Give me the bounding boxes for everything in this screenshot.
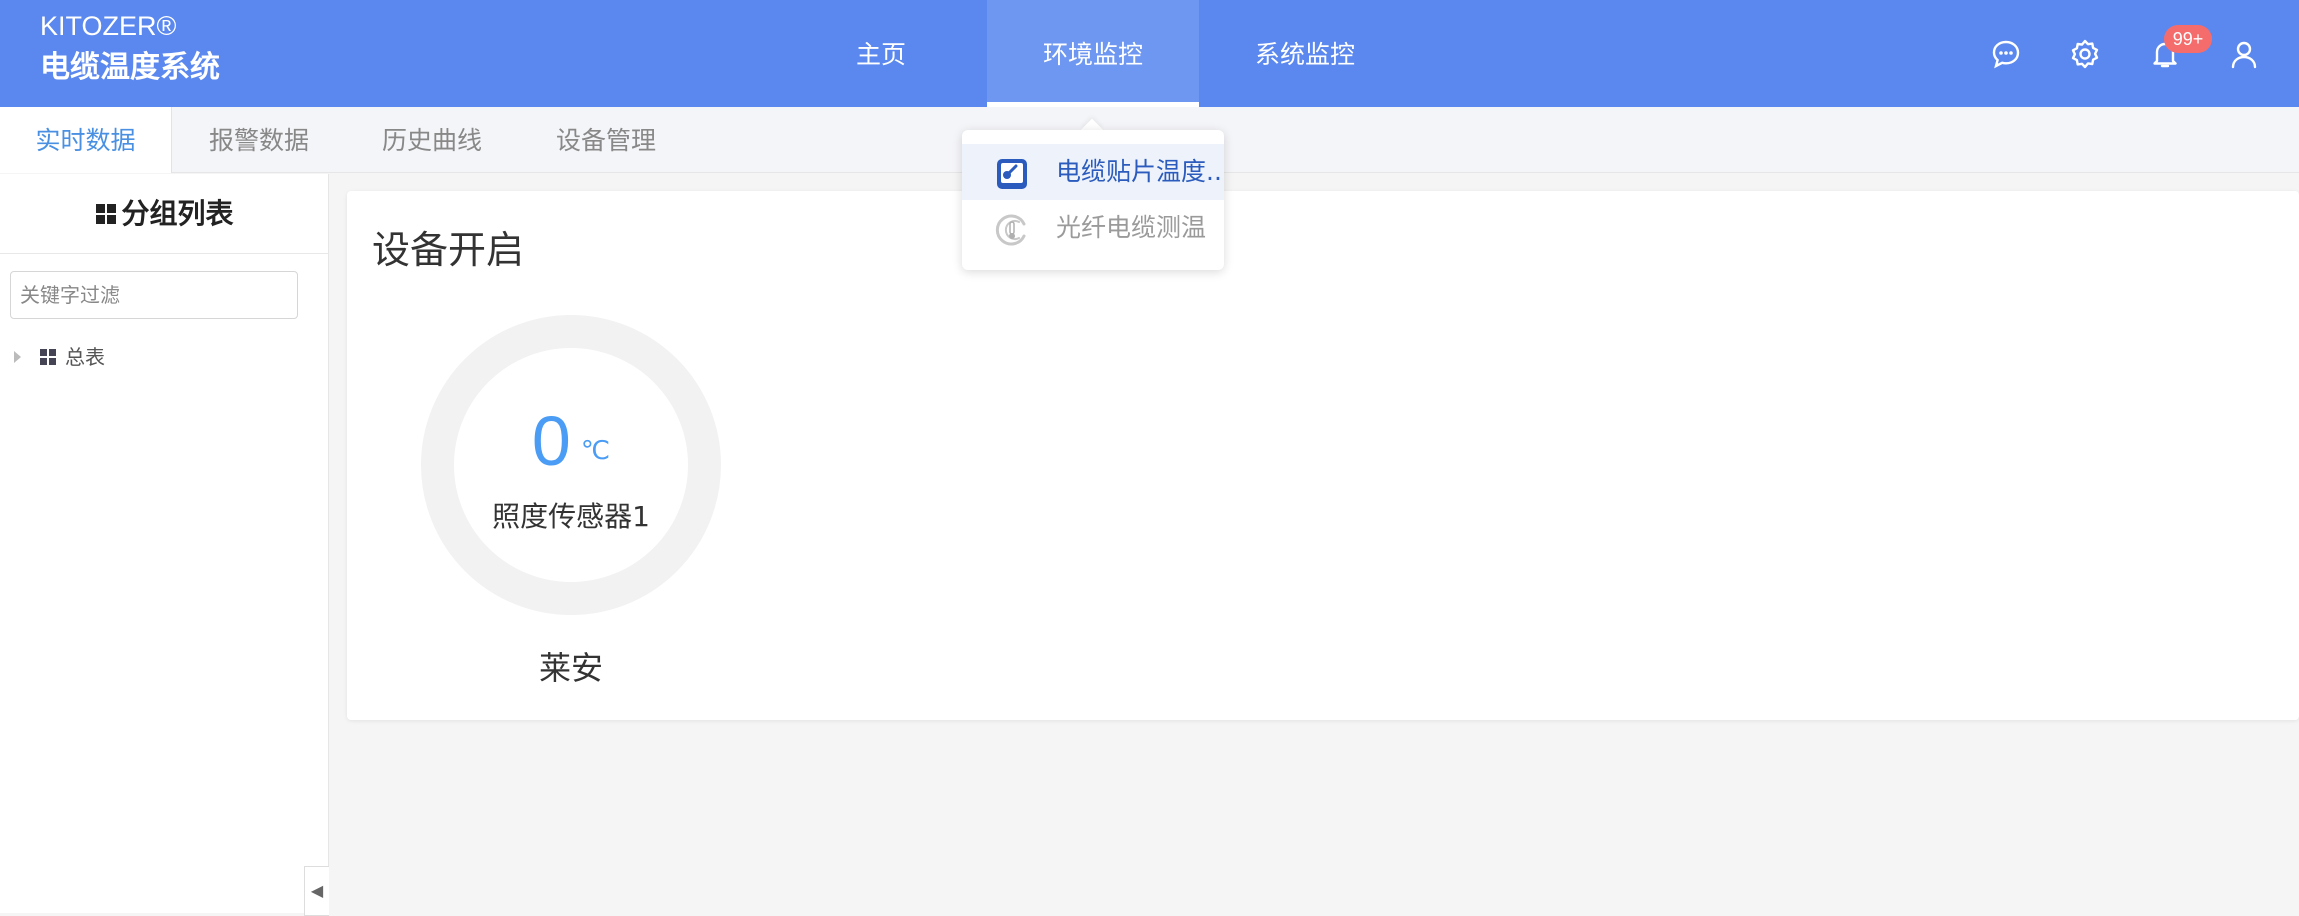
group-list-label: 分组列表	[121, 197, 234, 230]
sensor-gauge[interactable]: 0 ℃ 照度传感器1	[421, 315, 721, 615]
sidebar: 分组列表 总表 ◀	[0, 174, 329, 916]
brand: KITOZER® 电缆温度系统	[40, 10, 220, 90]
thermometer-icon	[997, 159, 1027, 189]
collapse-left-icon: ◀	[310, 881, 324, 900]
grid-icon	[40, 349, 56, 365]
menu-item-cable-patch-temp[interactable]: 电缆贴片温度...	[962, 144, 1224, 200]
brand-cn: 电缆温度系统	[40, 50, 220, 85]
chat-icon[interactable]	[1990, 38, 2022, 70]
tab-alarm-data[interactable]: 报警数据	[172, 107, 346, 173]
tab-device-management[interactable]: 设备管理	[518, 107, 694, 173]
gauge-value: 0 ℃	[421, 401, 721, 481]
top-bar: KITOZER® 电缆温度系统 主页 环境监控 系统监控 99+	[0, 0, 2299, 107]
caret-right-icon[interactable]	[14, 351, 21, 363]
gear-icon[interactable]	[2069, 38, 2101, 70]
gauge-number: 0	[531, 402, 571, 480]
sensor-name: 照度传感器1	[492, 500, 650, 533]
nav-system-monitor[interactable]: 系统监控	[1232, 0, 1378, 107]
device-card: 设备开启 0 ℃ 照度传感器1 莱安	[347, 191, 2299, 720]
grid-icon	[96, 204, 117, 224]
nav-environment-monitor[interactable]: 环境监控	[987, 0, 1199, 107]
collapse-sidebar-button[interactable]: ◀	[304, 866, 329, 916]
menu-item-label: 电缆贴片温度...	[1056, 157, 1224, 186]
menu-item-fiber-cable-temp[interactable]: 光纤电缆测温	[962, 200, 1224, 256]
environment-dropdown: 电缆贴片温度... 光纤电缆测温	[962, 130, 1224, 270]
keyword-filter-input[interactable]	[10, 271, 298, 319]
fiber-thermometer-icon	[995, 214, 1026, 246]
group-list-title: 分组列表	[0, 174, 329, 254]
menu-item-label: 光纤电缆测温	[1056, 213, 1207, 242]
nav-home[interactable]: 主页	[828, 0, 934, 107]
device-name: 莱安	[538, 649, 603, 687]
user-icon[interactable]	[2228, 38, 2260, 70]
tab-realtime-data[interactable]: 实时数据	[0, 107, 172, 173]
notification-badge: 99+	[2164, 25, 2212, 53]
gauge-unit: ℃	[580, 436, 611, 466]
tree-node[interactable]: 总表	[14, 342, 105, 372]
brand-en: KITOZER®	[40, 11, 177, 41]
tab-history-curve[interactable]: 历史曲线	[346, 107, 518, 173]
tree-node-label: 总表	[65, 345, 105, 369]
card-title: 设备开启	[372, 228, 525, 272]
